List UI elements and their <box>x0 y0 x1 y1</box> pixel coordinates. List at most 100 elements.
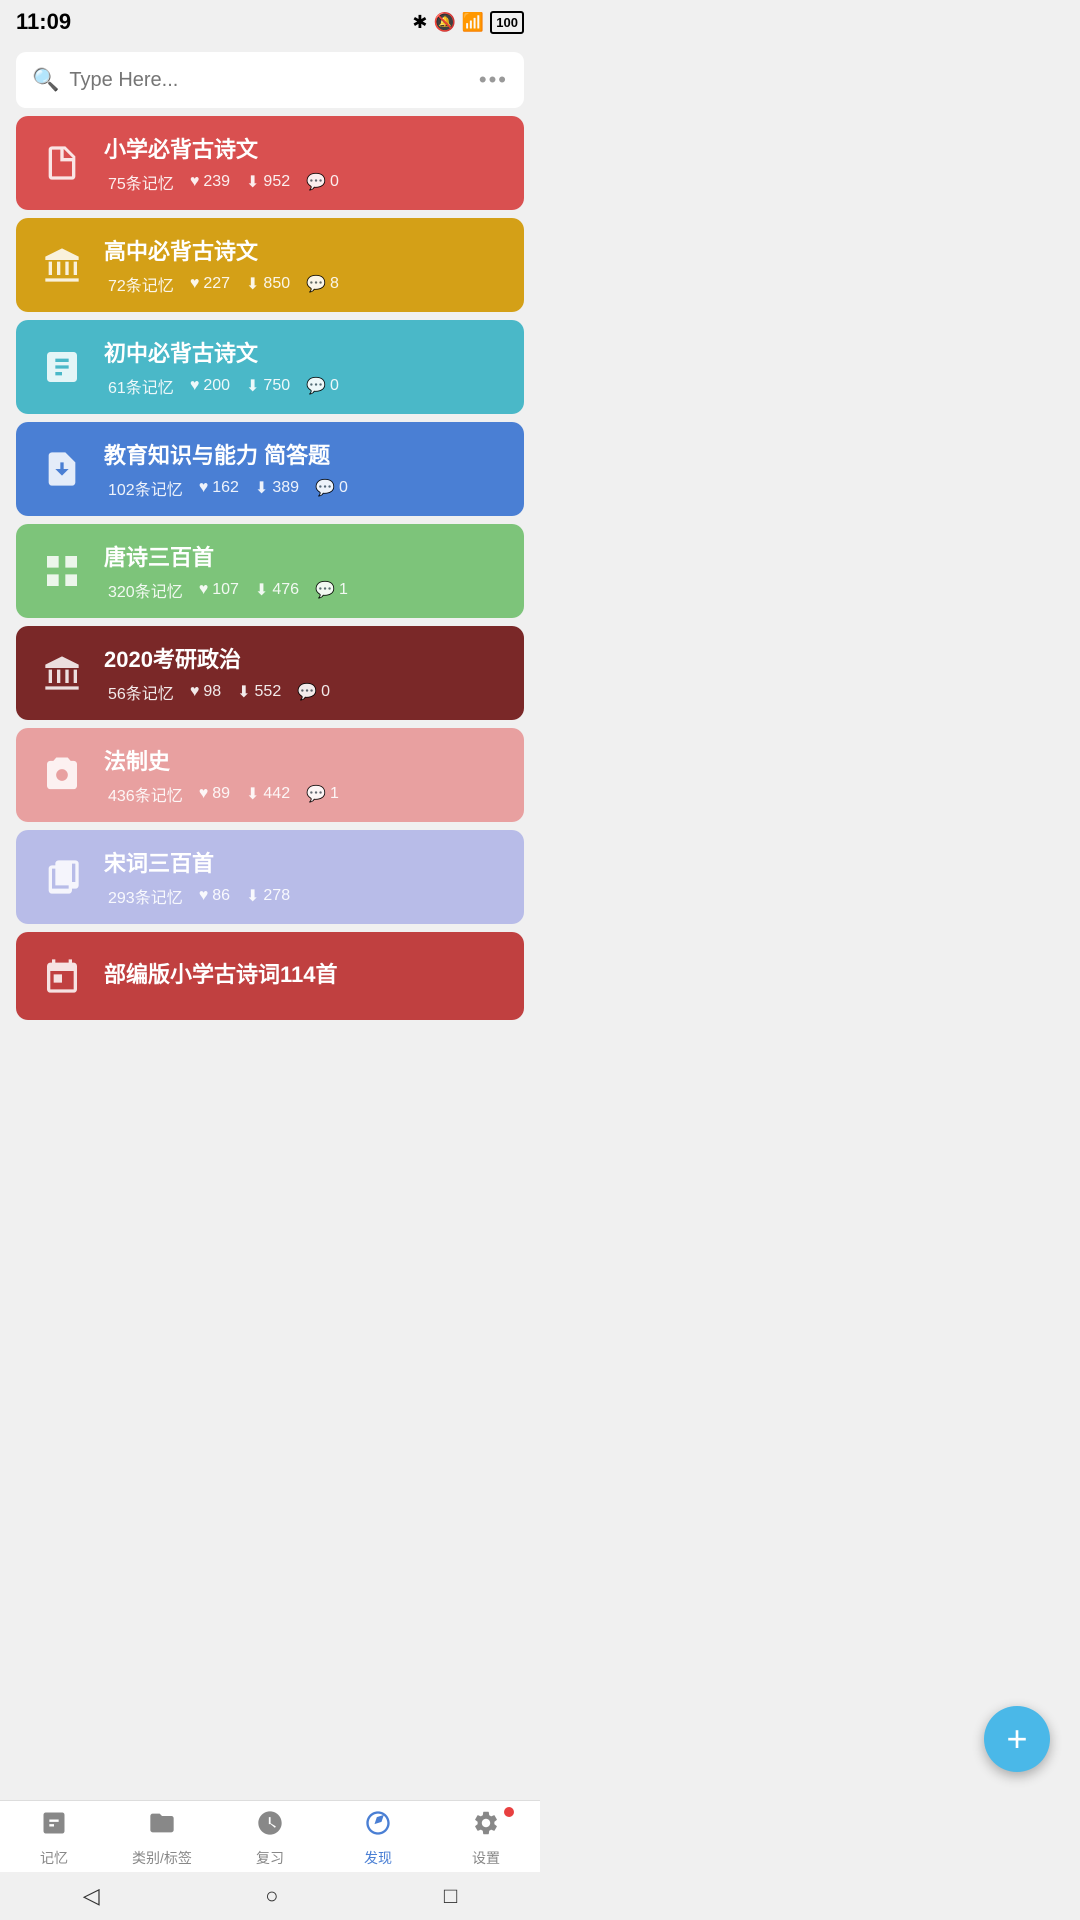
search-input[interactable] <box>69 69 478 92</box>
status-time: 11:09 <box>16 9 71 35</box>
card-item-6[interactable]: 2020考研政治 56条记忆 ♥98 ⬇552 💬0 <box>16 626 524 720</box>
card-icon <box>36 950 88 1002</box>
download-icon: ⬇ <box>246 886 259 906</box>
add-fab-button[interactable]: + <box>984 1706 1050 1772</box>
comment-icon: 💬 <box>315 580 335 600</box>
status-icons: ✱ 🔕 📶 100 <box>412 11 524 34</box>
back-button[interactable]: ◁ <box>83 1883 100 1909</box>
notification-icon: 🔕 <box>433 12 455 33</box>
card-meta: 320条记忆 ♥107 ⬇476 💬1 <box>104 578 504 602</box>
nav-item-category[interactable]: 类别/标签 <box>122 1809 202 1868</box>
card-count: 293条记忆 <box>104 884 183 908</box>
heart-icon: ♥ <box>190 377 200 395</box>
download-icon: ⬇ <box>246 784 259 804</box>
card-icon <box>36 851 88 903</box>
card-count: 61条记忆 <box>104 374 174 398</box>
card-likes: ♥107 <box>199 581 239 599</box>
recent-button[interactable]: □ <box>444 1883 457 1909</box>
card-title: 初中必背古诗文 <box>104 336 504 368</box>
download-icon: ⬇ <box>246 274 259 294</box>
nav-label-review: 复习 <box>256 1848 284 1868</box>
comment-icon: 💬 <box>306 274 326 294</box>
card-count: 56条记忆 <box>104 680 174 704</box>
nav-label-discover: 发现 <box>364 1848 392 1868</box>
card-item-4[interactable]: 教育知识与能力 简答题 102条记忆 ♥162 ⬇389 💬0 <box>16 422 524 516</box>
download-icon: ⬇ <box>255 580 268 600</box>
card-icon <box>36 137 88 189</box>
card-item-9[interactable]: 部编版小学古诗词114首 <box>16 932 524 1020</box>
nav-label-category: 类别/标签 <box>132 1848 192 1868</box>
nav-label-memory: 记忆 <box>40 1848 68 1868</box>
heart-icon: ♥ <box>199 581 209 599</box>
card-title: 部编版小学古诗词114首 <box>104 957 504 989</box>
card-item-7[interactable]: 法制史 436条记忆 ♥89 ⬇442 💬1 <box>16 728 524 822</box>
card-downloads: ⬇750 <box>246 376 290 396</box>
folder-nav-icon <box>148 1809 176 1844</box>
bottom-nav: 记忆 类别/标签 复习 发现 设置 <box>0 1800 540 1872</box>
card-content: 高中必背古诗文 72条记忆 ♥227 ⬇850 💬8 <box>104 234 504 296</box>
heart-icon: ♥ <box>199 887 209 905</box>
gear-nav-icon <box>472 1809 500 1844</box>
card-meta: 56条记忆 ♥98 ⬇552 💬0 <box>104 680 504 704</box>
home-button[interactable]: ○ <box>265 1883 278 1909</box>
card-count: 320条记忆 <box>104 578 183 602</box>
wifi-icon: 📶 <box>462 12 484 33</box>
heart-icon: ♥ <box>199 479 209 497</box>
card-item-1[interactable]: 小学必背古诗文 75条记忆 ♥239 ⬇952 💬0 <box>16 116 524 210</box>
card-comments: 💬0 <box>306 172 339 192</box>
card-title: 高中必背古诗文 <box>104 234 504 266</box>
card-icon <box>36 749 88 801</box>
status-bar: 11:09 ✱ 🔕 📶 100 <box>0 0 540 44</box>
card-comments: 💬0 <box>297 682 330 702</box>
clock-nav-icon <box>256 1809 284 1844</box>
heart-icon: ♥ <box>199 785 209 803</box>
card-downloads: ⬇476 <box>255 580 299 600</box>
download-icon: ⬇ <box>246 376 259 396</box>
settings-badge <box>504 1807 514 1817</box>
card-icon <box>36 647 88 699</box>
more-options-button[interactable]: ••• <box>479 67 508 93</box>
card-meta: 436条记忆 ♥89 ⬇442 💬1 <box>104 782 504 806</box>
card-downloads: ⬇850 <box>246 274 290 294</box>
card-likes: ♥239 <box>190 173 230 191</box>
card-downloads: ⬇952 <box>246 172 290 192</box>
card-item-2[interactable]: 高中必背古诗文 72条记忆 ♥227 ⬇850 💬8 <box>16 218 524 312</box>
card-count: 436条记忆 <box>104 782 183 806</box>
card-meta: 102条记忆 ♥162 ⬇389 💬0 <box>104 476 504 500</box>
card-likes: ♥227 <box>190 275 230 293</box>
card-icon <box>36 239 88 291</box>
nav-item-settings[interactable]: 设置 <box>446 1809 526 1868</box>
comment-icon: 💬 <box>315 478 335 498</box>
card-title: 教育知识与能力 简答题 <box>104 438 504 470</box>
card-content: 初中必背古诗文 61条记忆 ♥200 ⬇750 💬0 <box>104 336 504 398</box>
card-item-8[interactable]: 宋词三百首 293条记忆 ♥86 ⬇278 <box>16 830 524 924</box>
card-downloads: ⬇278 <box>246 886 290 906</box>
heart-icon: ♥ <box>190 275 200 293</box>
card-item-3[interactable]: 初中必背古诗文 61条记忆 ♥200 ⬇750 💬0 <box>16 320 524 414</box>
card-downloads: ⬇389 <box>255 478 299 498</box>
card-comments: 💬1 <box>315 580 348 600</box>
comment-icon: 💬 <box>306 172 326 192</box>
battery-indicator: 100 <box>490 11 524 34</box>
card-title: 小学必背古诗文 <box>104 132 504 164</box>
card-title: 唐诗三百首 <box>104 540 504 572</box>
card-icon <box>36 341 88 393</box>
card-downloads: ⬇442 <box>246 784 290 804</box>
nav-item-review[interactable]: 复习 <box>230 1809 310 1868</box>
nav-item-discover[interactable]: 发现 <box>338 1809 418 1868</box>
card-likes: ♥86 <box>199 887 230 905</box>
card-meta: 293条记忆 ♥86 ⬇278 <box>104 884 504 908</box>
card-title: 法制史 <box>104 744 504 776</box>
card-comments: 💬8 <box>306 274 339 294</box>
download-icon: ⬇ <box>237 682 250 702</box>
comment-icon: 💬 <box>306 784 326 804</box>
comment-icon: 💬 <box>306 376 326 396</box>
card-count: 72条记忆 <box>104 272 174 296</box>
card-count: 102条记忆 <box>104 476 183 500</box>
card-title: 2020考研政治 <box>104 642 504 674</box>
card-item-5[interactable]: 唐诗三百首 320条记忆 ♥107 ⬇476 💬1 <box>16 524 524 618</box>
nav-item-memory[interactable]: 记忆 <box>14 1809 94 1868</box>
card-content: 2020考研政治 56条记忆 ♥98 ⬇552 💬0 <box>104 642 504 704</box>
card-likes: ♥200 <box>190 377 230 395</box>
card-likes: ♥162 <box>199 479 239 497</box>
